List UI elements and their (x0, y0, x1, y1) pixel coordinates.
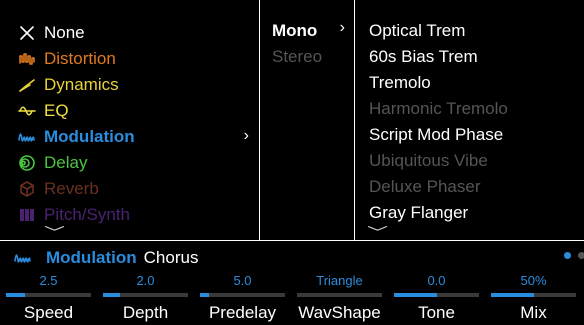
reverb-icon (18, 180, 36, 198)
category-label: None (44, 23, 85, 42)
param-slider-fill (491, 293, 534, 297)
param-depth[interactable]: 2.0 Depth (97, 241, 194, 325)
dynamics-icon (18, 76, 36, 94)
param-slider[interactable] (6, 293, 91, 297)
param-predelay[interactable]: 5.0 Predelay (194, 241, 291, 325)
category-item-pitch-synth[interactable]: Pitch/Synth (18, 202, 130, 228)
pitch-synth-icon (18, 206, 36, 224)
model-list: Optical Trem 60s Bias Trem Tremolo Harmonic… (354, 0, 584, 240)
category-item-delay[interactable]: Delay (18, 150, 87, 176)
param-label: Tone (418, 303, 455, 322)
category-item-none[interactable]: None (18, 20, 85, 46)
param-wavshape[interactable]: Triangle WavShape (291, 241, 388, 325)
chevron-down-icon[interactable]: ﹀ (367, 222, 388, 240)
param-slider-fill (394, 293, 437, 297)
param-value: 2.0 (136, 273, 155, 288)
param-slider[interactable] (491, 293, 576, 297)
param-value: 50% (520, 273, 547, 288)
modulation-icon (18, 128, 36, 146)
param-value: Triangle (316, 273, 363, 288)
category-label: Modulation (44, 127, 135, 146)
model-item[interactable]: Script Mod Phase (369, 125, 503, 145)
param-slider[interactable] (297, 293, 382, 297)
close-icon (18, 24, 36, 42)
param-slider-fill (103, 293, 120, 297)
param-label: Speed (23, 303, 74, 322)
param-slider[interactable] (103, 293, 188, 297)
param-slider[interactable] (394, 293, 479, 297)
category-item-distortion[interactable]: Distortion (18, 46, 116, 72)
param-slider-fill (200, 293, 209, 297)
param-value: 2.5 (39, 273, 58, 288)
model-item[interactable]: Deluxe Phaser (369, 177, 481, 197)
parameter-panel: Modulation Chorus 2.5 Speed 2.0 Depth 5.0 Pre… (0, 241, 584, 325)
model-item[interactable]: Harmonic Tremolo (369, 99, 508, 119)
param-tone[interactable]: 0.0 Tone (388, 241, 485, 325)
category-item-modulation[interactable]: Modulation (18, 124, 135, 150)
chevron-right-icon: › (243, 127, 249, 144)
category-label: Delay (44, 153, 88, 172)
model-item[interactable]: Tremolo (369, 73, 431, 93)
category-item-dynamics[interactable]: Dynamics (18, 72, 119, 98)
param-value: 5.0 (233, 273, 252, 288)
param-label: Predelay (208, 303, 277, 322)
category-list: None Distortion Dynamics EQ Modulation › Delay… (0, 0, 259, 240)
model-item[interactable]: Optical Trem (369, 21, 465, 41)
category-label: Distortion (44, 49, 116, 68)
chevron-down-icon[interactable]: ﹀ (44, 222, 65, 240)
param-label: Mix (520, 303, 547, 322)
eq-icon (18, 102, 36, 120)
distortion-icon (18, 50, 36, 68)
model-item[interactable]: Ubiquitous Vibe (369, 151, 488, 171)
param-speed[interactable]: 2.5 Speed (0, 241, 97, 325)
param-slider-fill (6, 293, 25, 297)
category-label: EQ (44, 101, 69, 120)
param-label: Depth (122, 303, 169, 322)
param-mix[interactable]: 50% Mix (485, 241, 582, 325)
delay-icon (18, 154, 36, 172)
param-value: 0.0 (427, 273, 446, 288)
mode-item-mono[interactable]: Mono (272, 21, 317, 41)
mode-item-stereo[interactable]: Stereo (272, 47, 322, 67)
mode-list: Mono Stereo › (259, 0, 355, 240)
param-slider[interactable] (200, 293, 285, 297)
category-item-reverb[interactable]: Reverb (18, 176, 99, 202)
param-label: WavShape (298, 303, 381, 322)
category-item-eq[interactable]: EQ (18, 98, 69, 124)
model-item[interactable]: 60s Bias Trem (369, 47, 478, 67)
category-label: Dynamics (44, 75, 119, 94)
chevron-right-icon: › (339, 19, 345, 36)
model-item[interactable]: Gray Flanger (369, 203, 468, 223)
category-label: Reverb (44, 179, 99, 198)
